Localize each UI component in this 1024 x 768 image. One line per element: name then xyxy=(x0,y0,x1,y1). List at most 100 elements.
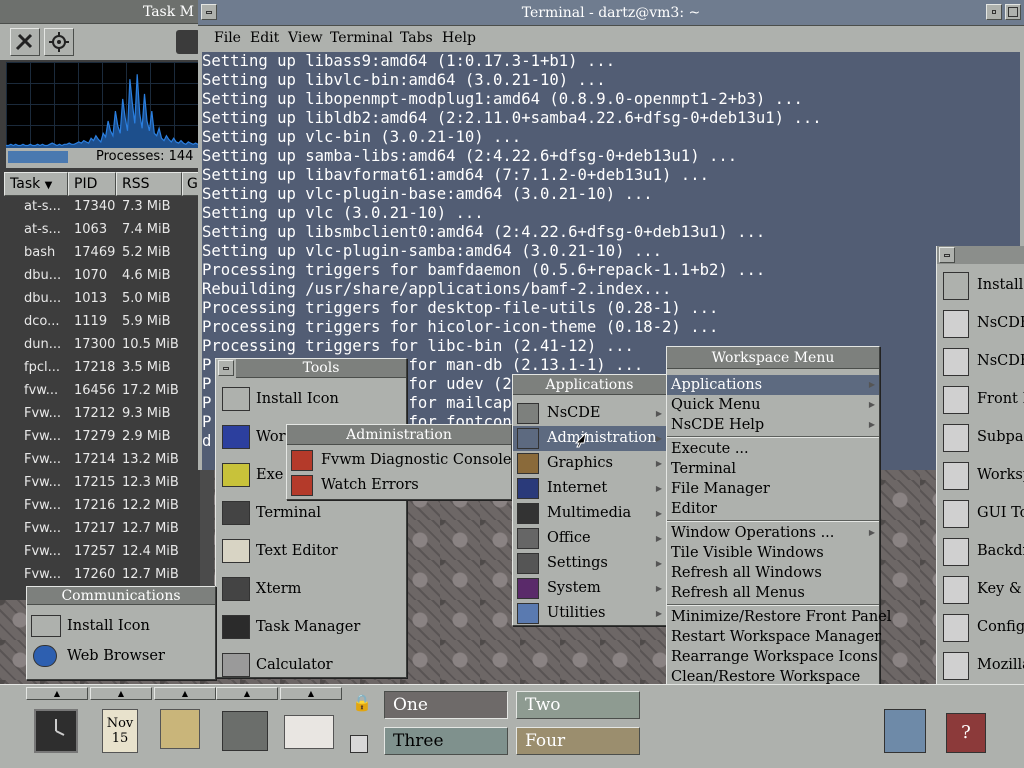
printer-icon[interactable] xyxy=(284,715,334,749)
workspace-menu-item[interactable]: Applications ▶ xyxy=(667,375,879,395)
exit-icon[interactable] xyxy=(350,735,368,753)
table-row[interactable]: fvw... 16456 17.2 MiB xyxy=(0,380,200,403)
media-player-icon[interactable] xyxy=(884,709,926,753)
workspace-menu-item[interactable]: Refresh all Menus xyxy=(667,583,879,603)
column-rss[interactable]: RSS xyxy=(116,172,182,196)
menu-item-nscde[interactable]: NsCDE ▶ xyxy=(513,401,666,426)
menu-item-terminal[interactable]: Terminal xyxy=(216,499,406,537)
workspace-menu-item[interactable]: Refresh all Windows xyxy=(667,563,879,583)
table-row[interactable]: fpcl... 17218 3.5 MiB xyxy=(0,357,200,380)
menu-help[interactable]: Help xyxy=(442,30,476,46)
window-menu-button[interactable] xyxy=(201,4,217,20)
table-row[interactable]: Fvw... 17279 2.9 MiB xyxy=(0,426,200,449)
menu-item-task-manager[interactable]: Task Manager xyxy=(216,613,406,651)
subpanel-arrow-3[interactable]: ▲ xyxy=(154,687,216,700)
table-row[interactable]: dbu... 1013 5.0 MiB xyxy=(0,288,200,311)
target-icon[interactable] xyxy=(44,28,74,56)
workspace-menu-item[interactable]: Tile Visible Windows xyxy=(667,543,879,563)
workspace-four[interactable]: Four xyxy=(516,727,640,755)
menu-edit[interactable]: Edit xyxy=(250,30,279,46)
menu-item-administration[interactable]: Administration ▶ xyxy=(513,426,666,451)
menu-terminal[interactable]: Terminal xyxy=(330,30,393,46)
terminal-titlebar[interactable]: Terminal - dartz@vm3: ~ xyxy=(198,0,1024,26)
subpanel-arrow-4[interactable]: ▲ xyxy=(216,687,278,700)
menu-item-watch-errors[interactable]: Watch Errors xyxy=(287,473,511,498)
menu-item-office[interactable]: Office ▶ xyxy=(513,526,666,551)
subpanel-arrow-5[interactable]: ▲ xyxy=(280,687,342,700)
table-row[interactable]: dbu... 1070 4.6 MiB xyxy=(0,265,200,288)
workspace-one[interactable]: One xyxy=(384,691,508,719)
menu-item-graphics[interactable]: Graphics ▶ xyxy=(513,451,666,476)
calendar-icon[interactable]: Nov 15 xyxy=(102,709,138,753)
task-manager-titlebar[interactable]: Task M xyxy=(0,0,200,24)
menu-item-internet[interactable]: Internet ▶ xyxy=(513,476,666,501)
subpanel-menu-button[interactable] xyxy=(939,247,955,263)
workspace-menu-item[interactable]: Window Operations ... ▶ xyxy=(667,523,879,543)
task-pid: 1119 xyxy=(74,314,108,329)
subpanel-arrow-2[interactable]: ▲ xyxy=(90,687,152,700)
workspace-menu-item[interactable]: Rearrange Workspace Icons xyxy=(667,647,879,667)
workspace-menu-item[interactable]: Execute ... xyxy=(667,439,879,459)
subpanel-item[interactable]: Config xyxy=(937,610,1024,648)
workspace-two[interactable]: Two xyxy=(516,691,640,719)
column-task[interactable]: Task ▼ xyxy=(4,172,68,196)
comm-web-browser[interactable]: Web Browser xyxy=(27,641,215,671)
comm-install-icon[interactable]: Install Icon xyxy=(27,611,215,641)
subpanel-item[interactable]: Install xyxy=(937,268,1024,306)
menu-item-settings[interactable]: Settings ▶ xyxy=(513,551,666,576)
subpanel-item[interactable]: Worksp xyxy=(937,458,1024,496)
table-row[interactable]: Fvw... 17212 9.3 MiB xyxy=(0,403,200,426)
table-row[interactable]: Fvw... 17217 12.7 MiB xyxy=(0,518,200,541)
subpanel-item[interactable]: Front P xyxy=(937,382,1024,420)
column-pid[interactable]: PID xyxy=(68,172,116,196)
table-row[interactable]: at-s... 1063 7.4 MiB xyxy=(0,219,200,242)
menu-file[interactable]: File xyxy=(214,30,241,46)
menu-item-utilities[interactable]: Utilities ▶ xyxy=(513,601,666,626)
subpanel-item[interactable]: Subpan xyxy=(937,420,1024,458)
workspace-menu-item[interactable]: File Manager xyxy=(667,479,879,499)
applications-title: Applications xyxy=(513,375,666,395)
tools-icon[interactable] xyxy=(10,28,40,56)
minimize-button[interactable] xyxy=(986,4,1002,20)
table-row[interactable]: Fvw... 17215 12.3 MiB xyxy=(0,472,200,495)
subpanel-item[interactable]: Backdr xyxy=(937,534,1024,572)
workspace-menu-item[interactable]: NsCDE Help ▶ xyxy=(667,415,879,435)
search-icon[interactable] xyxy=(176,30,200,54)
subpanel-item[interactable]: NsCDE xyxy=(937,306,1024,344)
menu-tabs[interactable]: Tabs xyxy=(400,30,433,46)
clock-icon[interactable] xyxy=(34,709,78,753)
help-icon[interactable]: ? xyxy=(946,713,986,753)
table-row[interactable]: dun... 17300 10.5 MiB xyxy=(0,334,200,357)
workspace-menu-item[interactable]: Restart Workspace Manager xyxy=(667,627,881,647)
menu-item-multimedia[interactable]: Multimedia ▶ xyxy=(513,501,666,526)
table-row[interactable]: Fvw... 17260 12.7 MiB xyxy=(0,564,200,587)
table-row[interactable]: Fvw... 17214 13.2 MiB xyxy=(0,449,200,472)
table-row[interactable]: bash 17469 5.2 MiB xyxy=(0,242,200,265)
subpanel-item[interactable]: Mozilla xyxy=(937,648,1024,686)
menu-view[interactable]: View xyxy=(288,30,323,46)
workspace-menu-item[interactable]: Quick Menu ▶ xyxy=(667,395,879,415)
subpanel-item[interactable]: Key & xyxy=(937,572,1024,610)
subpanel-titlebar[interactable] xyxy=(937,246,1024,264)
subpanel-item[interactable]: GUI To xyxy=(937,496,1024,534)
table-row[interactable]: dco... 1119 5.9 MiB xyxy=(0,311,200,334)
table-row[interactable]: Fvw... 17257 12.4 MiB xyxy=(0,541,200,564)
maximize-button[interactable] xyxy=(1005,4,1021,20)
workspace-menu-item[interactable]: Minimize/Restore Front Panel xyxy=(667,607,891,627)
file-manager-icon[interactable] xyxy=(160,709,200,749)
menu-item-xterm[interactable]: Xterm xyxy=(216,575,406,613)
menu-item-install-icon[interactable]: Install Icon xyxy=(216,385,406,423)
subpanel-arrow-1[interactable]: ▲ xyxy=(26,687,88,700)
tools-menu-button[interactable] xyxy=(216,359,236,377)
terminal-icon[interactable] xyxy=(222,711,268,751)
subpanel-item[interactable]: NsCDE xyxy=(937,344,1024,382)
workspace-menu-item[interactable]: Terminal xyxy=(667,459,879,479)
workspace-menu-item[interactable]: Editor xyxy=(667,499,879,519)
menu-item-fvwm-diagnostic-console[interactable]: Fvwm Diagnostic Console xyxy=(287,448,511,473)
table-row[interactable]: Fvw... 17216 12.2 MiB xyxy=(0,495,200,518)
menu-item-system[interactable]: System ▶ xyxy=(513,576,666,601)
workspace-three[interactable]: Three xyxy=(384,727,508,755)
menu-item-text-editor[interactable]: Text Editor xyxy=(216,537,406,575)
lock-icon[interactable]: 🔒 xyxy=(352,693,372,713)
table-row[interactable]: at-s... 17340 7.3 MiB xyxy=(0,196,200,219)
